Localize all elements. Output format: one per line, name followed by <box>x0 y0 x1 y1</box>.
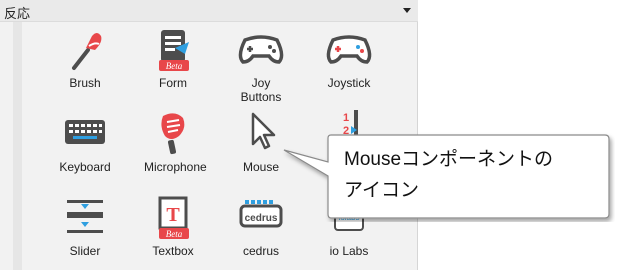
component-label: cedrus <box>242 244 280 258</box>
component-joy-buttons[interactable]: Joy Buttons <box>216 26 306 104</box>
component-joystick[interactable]: Joystick <box>304 26 394 90</box>
component-microphone[interactable]: Microphone <box>128 110 218 174</box>
component-label: Joy Buttons <box>240 76 282 104</box>
callout-line: Mouseコンポーネントの <box>344 149 554 170</box>
component-label: Keyboard <box>59 160 111 174</box>
category-header[interactable]: 反応 <box>0 0 418 22</box>
component-label: Form <box>159 76 187 90</box>
component-label: io Labs <box>329 244 369 258</box>
keyboard-icon <box>65 120 105 144</box>
callout-tooltip: Mouseコンポーネントの アイコン <box>280 132 615 222</box>
panel-gutter <box>13 22 22 270</box>
cedrus-logo-text: cedrus <box>245 213 278 224</box>
component-keyboard[interactable]: Keyboard <box>40 110 130 174</box>
category-title: 反応 <box>4 6 31 21</box>
component-label: Textbox <box>152 244 194 258</box>
textbox-letter: T <box>166 204 180 226</box>
component-label: Brush <box>69 76 101 90</box>
textbox-icon: T Beta <box>158 196 189 239</box>
component-textbox[interactable]: T Beta Textbox <box>128 194 218 258</box>
callout-line: アイコン <box>344 180 420 201</box>
beta-badge: Beta <box>166 61 183 71</box>
rating-number: 1 <box>343 112 349 124</box>
microphone-icon <box>161 113 185 155</box>
collapse-arrow-icon[interactable] <box>403 8 411 13</box>
component-label: Microphone <box>144 160 207 174</box>
gamepad-icon <box>238 35 284 64</box>
brush-icon <box>72 33 102 70</box>
component-label: Joystick <box>327 76 371 90</box>
callout-text: Mouseコンポーネントの アイコン <box>344 144 604 206</box>
component-brush[interactable]: Brush <box>40 26 130 90</box>
component-label: Slider <box>69 244 101 258</box>
slider-icon <box>67 200 103 233</box>
beta-badge: Beta <box>166 229 183 239</box>
component-form[interactable]: Beta Form <box>128 26 218 90</box>
gamepad-icon <box>326 35 372 64</box>
component-slider[interactable]: Slider <box>40 194 130 258</box>
form-icon: Beta <box>159 30 189 71</box>
